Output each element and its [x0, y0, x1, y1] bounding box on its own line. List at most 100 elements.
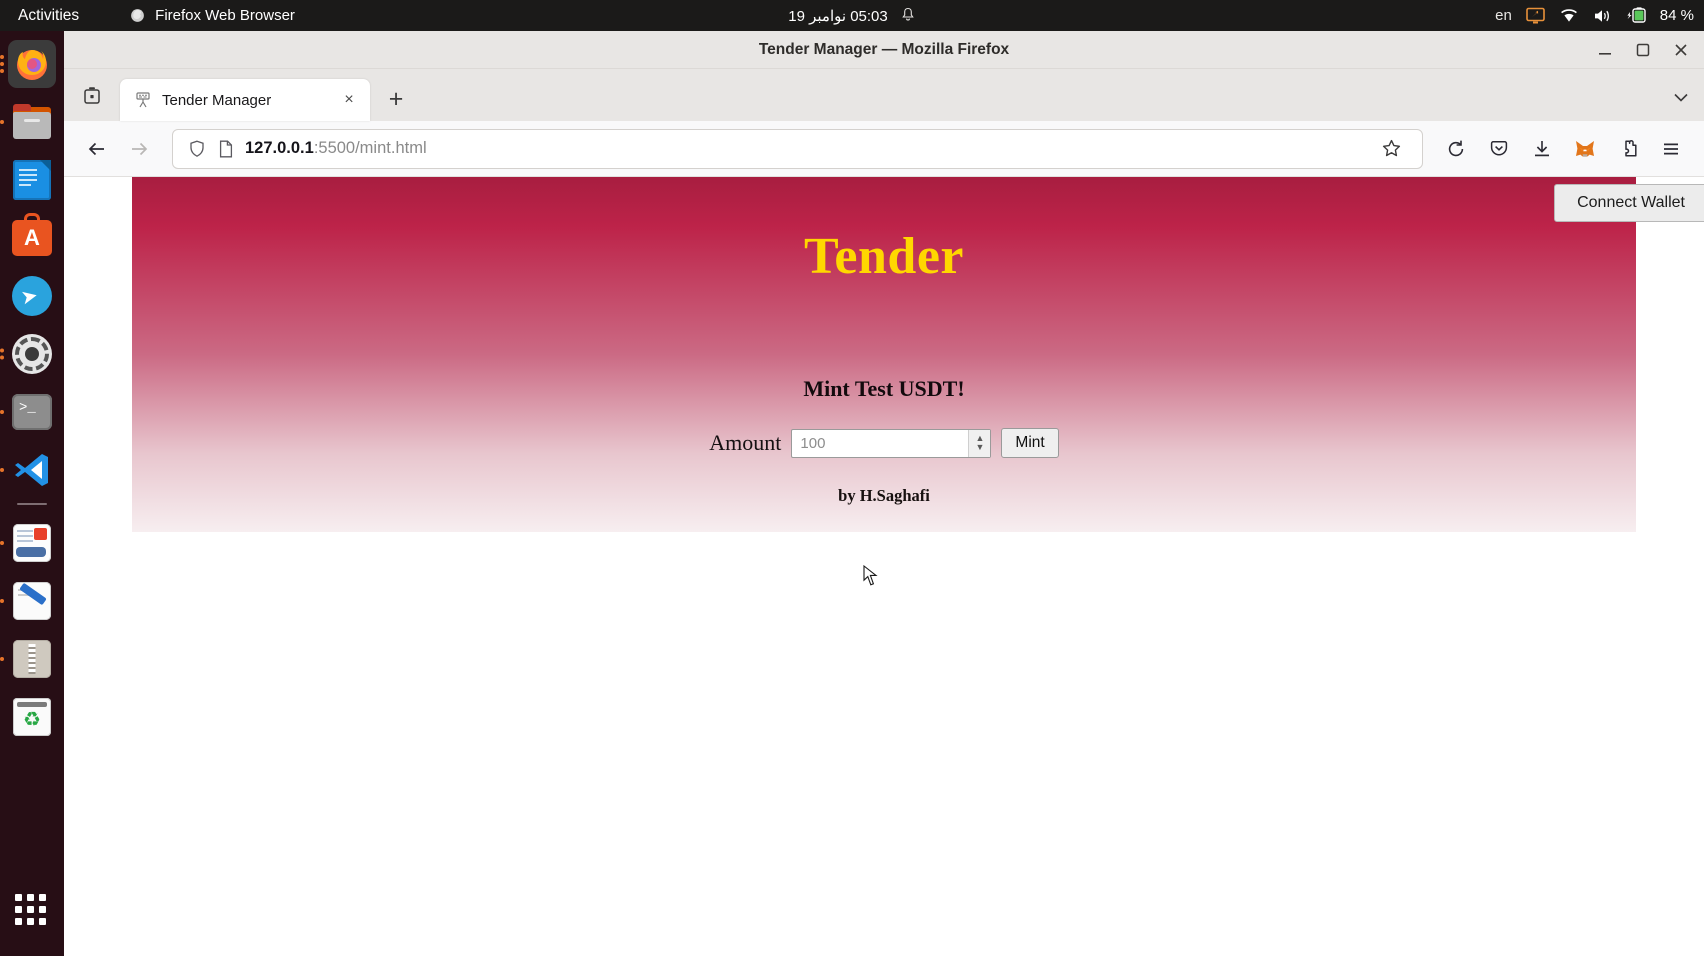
metamask-extension-button[interactable]	[1566, 130, 1604, 168]
window-title: Tender Manager — Mozilla Firefox	[758, 40, 1010, 58]
mouse-cursor	[863, 565, 878, 586]
dock-item-firefox[interactable]	[0, 40, 56, 88]
url-text: 127.0.0.1:5500/mint.html	[245, 139, 1362, 158]
folder-icon	[11, 104, 53, 140]
chevron-down-icon	[1674, 93, 1688, 102]
address-bar[interactable]: 127.0.0.1:5500/mint.html	[172, 128, 1423, 169]
page-info-icon[interactable]	[217, 139, 235, 159]
running-indicator	[0, 120, 4, 124]
connect-wallet-container: Connect Wallet	[1554, 184, 1704, 222]
document-icon	[13, 160, 51, 200]
close-icon	[1675, 44, 1687, 56]
extensions-button[interactable]	[1609, 130, 1647, 168]
browser-tab[interactable]: Tender Manager ×	[120, 79, 370, 121]
screencast-icon[interactable]	[1525, 7, 1545, 25]
tab-close-button[interactable]: ×	[338, 89, 360, 111]
running-indicator	[0, 348, 4, 360]
stepper-up-icon[interactable]: ▲	[975, 434, 984, 443]
dock-item-terminal[interactable]	[0, 388, 56, 436]
tab-strip: Tender Manager × +	[64, 69, 1704, 121]
stepper-down-icon[interactable]: ▼	[975, 443, 984, 452]
dock-item-vscode[interactable]	[0, 446, 56, 494]
software-bag-icon: A	[12, 213, 52, 256]
bookmark-button[interactable]	[1372, 130, 1410, 168]
firefox-icon	[131, 9, 145, 22]
maximize-button[interactable]	[1634, 41, 1652, 59]
wifi-icon[interactable]	[1559, 8, 1579, 24]
shield-icon[interactable]	[187, 139, 207, 159]
window-controls	[1596, 31, 1690, 69]
running-indicator	[0, 468, 4, 472]
amount-input[interactable]	[791, 428, 992, 458]
dock-item-trash[interactable]: ♻	[8, 693, 56, 741]
minimize-button[interactable]	[1596, 41, 1614, 59]
running-indicator	[0, 599, 4, 603]
close-button[interactable]	[1672, 41, 1690, 59]
puzzle-piece-icon	[1625, 139, 1637, 157]
connect-wallet-button[interactable]: Connect Wallet	[1554, 184, 1704, 222]
firefox-window: Tender Manager — Mozilla Firefox Tender …	[64, 31, 1704, 956]
reload-icon	[1448, 140, 1464, 156]
page-hero: Connect Wallet Tender Mint Test USDT! Am…	[132, 177, 1704, 532]
tab-title: Tender Manager	[162, 91, 272, 109]
dock-item-archive-manager[interactable]	[0, 635, 56, 683]
text-editor-icon	[13, 582, 51, 620]
desktop-screen: Activities Firefox Web Browser 05:03 نوا…	[0, 0, 1704, 956]
reload-button[interactable]	[1437, 130, 1475, 168]
window-titlebar: Tender Manager — Mozilla Firefox	[64, 31, 1704, 69]
top-bar-left: Activities Firefox Web Browser	[0, 7, 307, 25]
volume-icon[interactable]	[1593, 8, 1612, 24]
downloads-button[interactable]	[1523, 130, 1561, 168]
system-status-area[interactable]: en 84 %	[1495, 0, 1694, 31]
keyboard-layout-indicator[interactable]: en	[1495, 7, 1512, 24]
dock-separator	[17, 503, 47, 505]
page-viewport: Connect Wallet Tender Mint Test USDT! Am…	[64, 177, 1704, 956]
metamask-fox-icon	[1576, 140, 1594, 157]
arrow-left-icon	[88, 142, 104, 155]
dock-item-settings[interactable]	[0, 330, 56, 378]
running-indicator	[0, 410, 4, 414]
pocket-button[interactable]	[1480, 130, 1518, 168]
toolbar-buttons	[1437, 130, 1690, 168]
forward-button[interactable]	[120, 130, 158, 168]
notifications-icon[interactable]	[900, 7, 916, 24]
telegram-icon	[12, 276, 52, 316]
broken-page-icon	[136, 92, 150, 108]
app-menu-label: Firefox Web Browser	[155, 7, 295, 24]
clock[interactable]: 05:03 نوامبر 19	[788, 7, 888, 25]
application-menu-button[interactable]	[1652, 130, 1690, 168]
back-button[interactable]	[78, 130, 116, 168]
url-host: 127.0.0.1	[245, 139, 314, 157]
dock-item-text-editor[interactable]	[0, 577, 56, 625]
amount-label: Amount	[709, 430, 782, 455]
mint-button[interactable]: Mint	[1001, 428, 1059, 458]
dock-item-ubuntu-software[interactable]: A	[8, 213, 56, 262]
tab-list-dropdown-button[interactable]	[1670, 86, 1692, 113]
dock-item-files[interactable]	[0, 98, 56, 146]
mint-heading: Mint Test USDT!	[803, 376, 965, 401]
new-tab-button[interactable]: +	[376, 79, 416, 119]
app-menu-button[interactable]: Firefox Web Browser	[117, 7, 307, 24]
dock-item-telegram[interactable]	[8, 272, 56, 320]
running-indicator	[0, 541, 4, 545]
dock-item-document-viewer[interactable]	[0, 519, 56, 567]
software-icon-glyph: A	[24, 225, 40, 250]
url-path: :5500/mint.html	[313, 139, 427, 157]
page-title: Tender	[804, 228, 964, 285]
pocket-icon	[1490, 140, 1508, 155]
star-icon	[1382, 139, 1400, 157]
activities-button[interactable]: Activities	[0, 7, 93, 25]
amount-stepper[interactable]: ▲ ▼	[968, 429, 991, 457]
battery-icon[interactable]	[1626, 7, 1650, 24]
minimize-icon	[1599, 53, 1611, 55]
show-applications-button[interactable]	[15, 894, 49, 928]
list-all-tabs-button[interactable]	[64, 69, 120, 121]
running-indicator	[0, 55, 4, 73]
dock-item-libreoffice-writer[interactable]	[8, 156, 56, 204]
firefox-icon	[17, 50, 47, 80]
restore-icon	[1636, 43, 1650, 57]
terminal-icon	[12, 394, 52, 430]
navigation-toolbar: 127.0.0.1:5500/mint.html	[64, 121, 1704, 177]
vscode-icon	[15, 454, 48, 486]
pdf-viewer-icon	[13, 524, 51, 562]
